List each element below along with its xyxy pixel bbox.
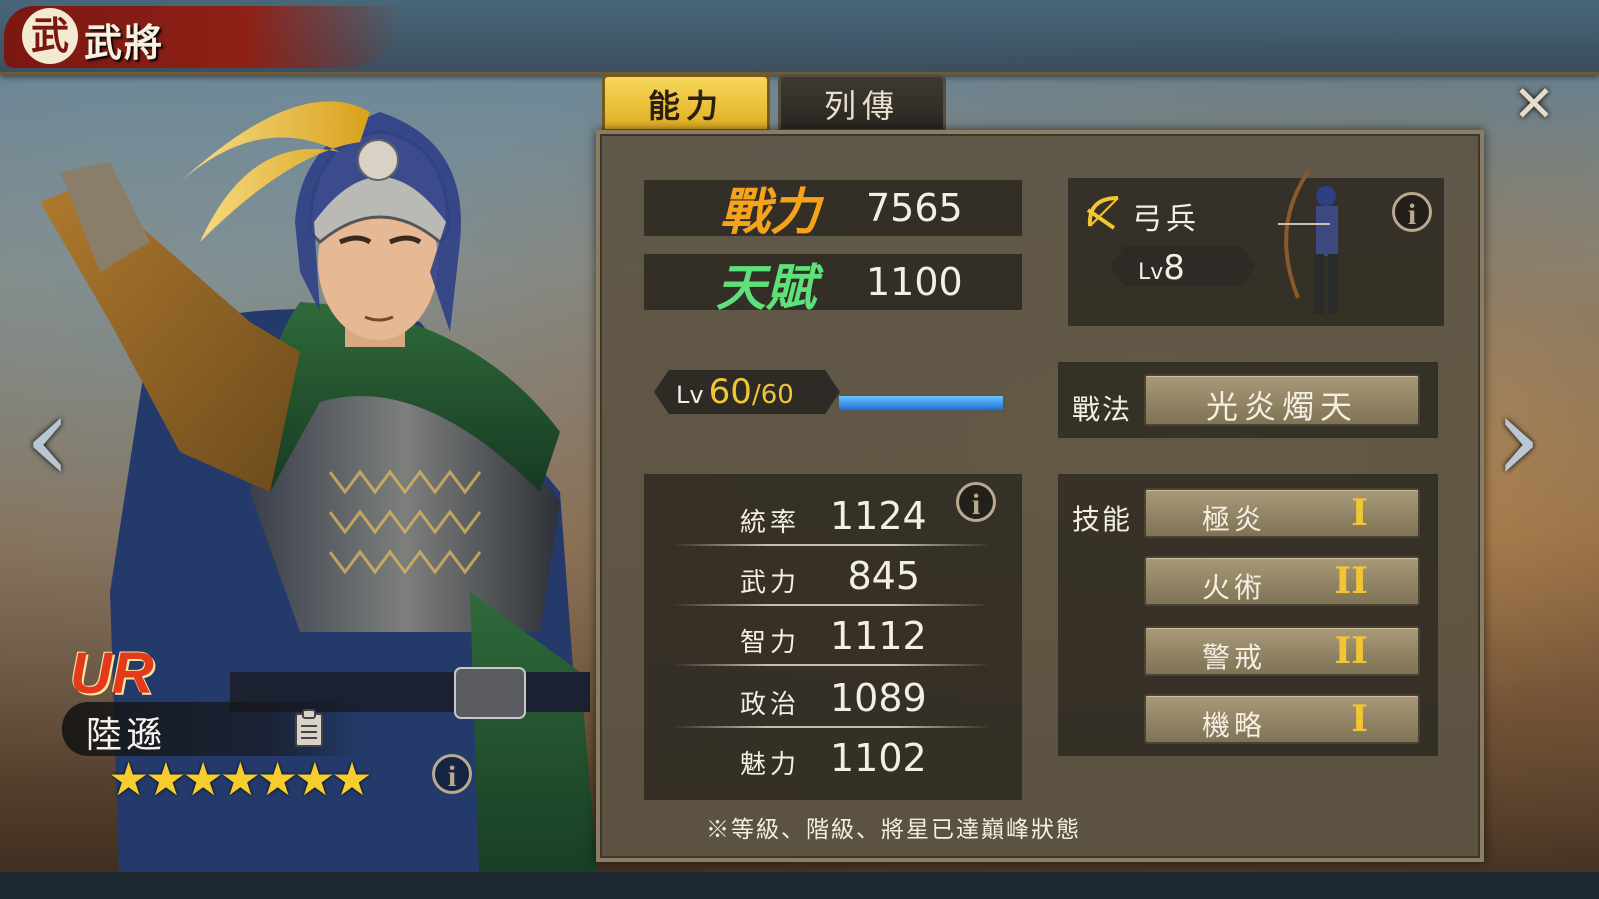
level-current: 60 xyxy=(708,372,752,412)
exp-bar xyxy=(838,395,1004,411)
attribute-value: 1112 xyxy=(830,614,927,658)
next-hero-arrow-icon[interactable]: › xyxy=(1488,380,1548,500)
attribute-label: 魅力 xyxy=(740,750,801,780)
skill-name: 火術 xyxy=(1202,571,1267,604)
power-label: 戰力 xyxy=(720,182,820,241)
troop-level: Lv8 xyxy=(1138,248,1185,288)
level-max: 60 xyxy=(760,380,794,410)
level-text: Lv 60/60 xyxy=(676,372,794,412)
skill-rank: I xyxy=(1351,698,1368,740)
level-separator: / xyxy=(751,380,761,410)
bow-icon xyxy=(1086,196,1119,230)
attribute-divider xyxy=(672,664,990,666)
skill-rank: I xyxy=(1351,492,1368,534)
skills-label: 技能 xyxy=(1072,503,1133,536)
troop-level-prefix: Lv xyxy=(1138,260,1164,285)
skill-rank: II xyxy=(1334,630,1368,672)
power-value: 7565 xyxy=(866,186,963,230)
attribute-label: 政治 xyxy=(740,690,801,720)
attribute-value: 1089 xyxy=(830,676,927,720)
attribute-divider xyxy=(672,726,990,728)
tactic-label: 戰法 xyxy=(1072,393,1133,426)
attributes-info-icon[interactable]: i xyxy=(956,482,996,522)
talent-label: 天賦 xyxy=(716,258,816,317)
attribute-value: 1124 xyxy=(830,494,927,538)
tactic-button[interactable]: 光炎燭天 xyxy=(1144,374,1420,426)
level-prefix: Lv xyxy=(676,381,704,409)
attribute-divider xyxy=(672,604,990,606)
previous-hero-arrow-icon[interactable]: ‹ xyxy=(18,380,78,500)
talent-row xyxy=(644,254,1022,310)
attribute-value: 1102 xyxy=(830,736,927,780)
skill-name: 機略 xyxy=(1202,709,1267,742)
skill-button[interactable]: 機略 I xyxy=(1144,694,1420,744)
clipboard-icon[interactable] xyxy=(294,708,324,748)
power-row xyxy=(644,180,1022,236)
attribute-label: 統率 xyxy=(740,508,801,538)
star-rating: ★★★★★★★ xyxy=(108,752,373,806)
attribute-divider xyxy=(672,544,990,546)
attribute-label: 武力 xyxy=(740,568,801,598)
attribute-value: 845 xyxy=(847,554,920,598)
talent-value: 1100 xyxy=(866,260,963,304)
screen-title: 武將 xyxy=(84,20,165,65)
max-status-footnote: ※等級、階級、將星已達巔峰狀態 xyxy=(706,817,1081,843)
skill-button[interactable]: 火術 II xyxy=(1144,556,1420,606)
tab-biography[interactable]: 列傳 xyxy=(778,74,946,132)
skill-button[interactable]: 警戒 II xyxy=(1144,626,1420,676)
bottom-strip xyxy=(0,872,1599,899)
skill-name: 警戒 xyxy=(1202,641,1267,674)
hero-name: 陸遜 xyxy=(86,715,167,756)
troop-level-value: 8 xyxy=(1163,248,1185,288)
skill-name: 極炎 xyxy=(1202,503,1267,536)
troop-info-icon[interactable]: i xyxy=(1392,192,1432,232)
skill-rank: II xyxy=(1334,560,1368,602)
close-button[interactable]: ✕ xyxy=(1508,78,1560,130)
exp-bar-fill xyxy=(839,396,1003,410)
attribute-label: 智力 xyxy=(740,628,801,658)
general-emblem-icon: 武 xyxy=(22,8,78,64)
hero-info-icon[interactable]: i xyxy=(432,754,472,794)
archer-unit-icon xyxy=(1278,170,1338,314)
skill-button[interactable]: 極炎 I xyxy=(1144,488,1420,538)
troop-type: 弓兵 xyxy=(1132,202,1200,237)
tactic-name: 光炎燭天 xyxy=(1205,388,1358,426)
rarity-badge: UR xyxy=(70,641,154,706)
tab-ability[interactable]: 能力 xyxy=(602,74,770,132)
